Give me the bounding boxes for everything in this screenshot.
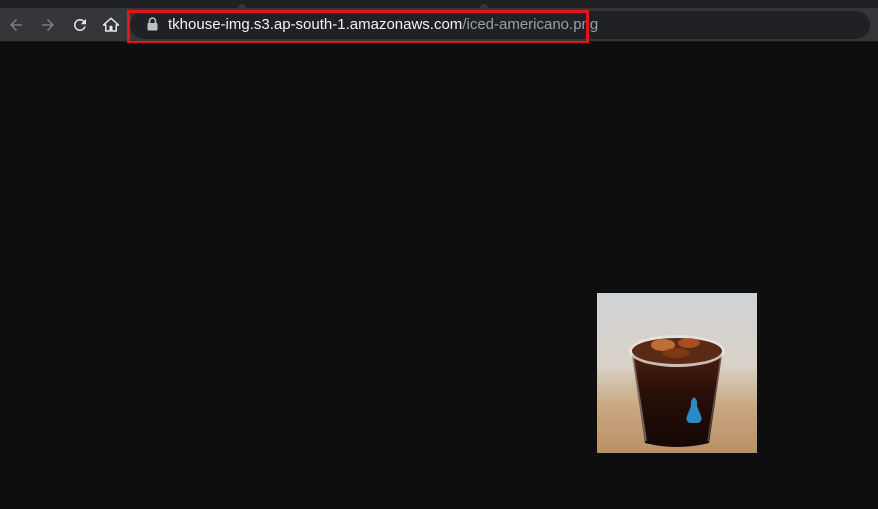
forward-button[interactable] [34,11,62,39]
back-arrow-icon [10,19,22,31]
url-path: /iced-americano.png [462,16,599,33]
back-button[interactable] [2,11,30,39]
forward-arrow-icon [42,19,54,31]
lock-icon[interactable] [146,16,158,32]
url-text[interactable]: tkhouse-img.s3.ap-south-1.amazonaws.com/… [168,15,598,35]
reload-button[interactable] [66,11,94,39]
home-icon [102,17,120,32]
reload-icon [73,18,86,31]
iced-americano-image [597,293,757,453]
tab-strip [0,0,878,8]
url-host: tkhouse-img.s3.ap-south-1.amazonaws.com [168,16,463,33]
home-button[interactable] [97,11,125,39]
